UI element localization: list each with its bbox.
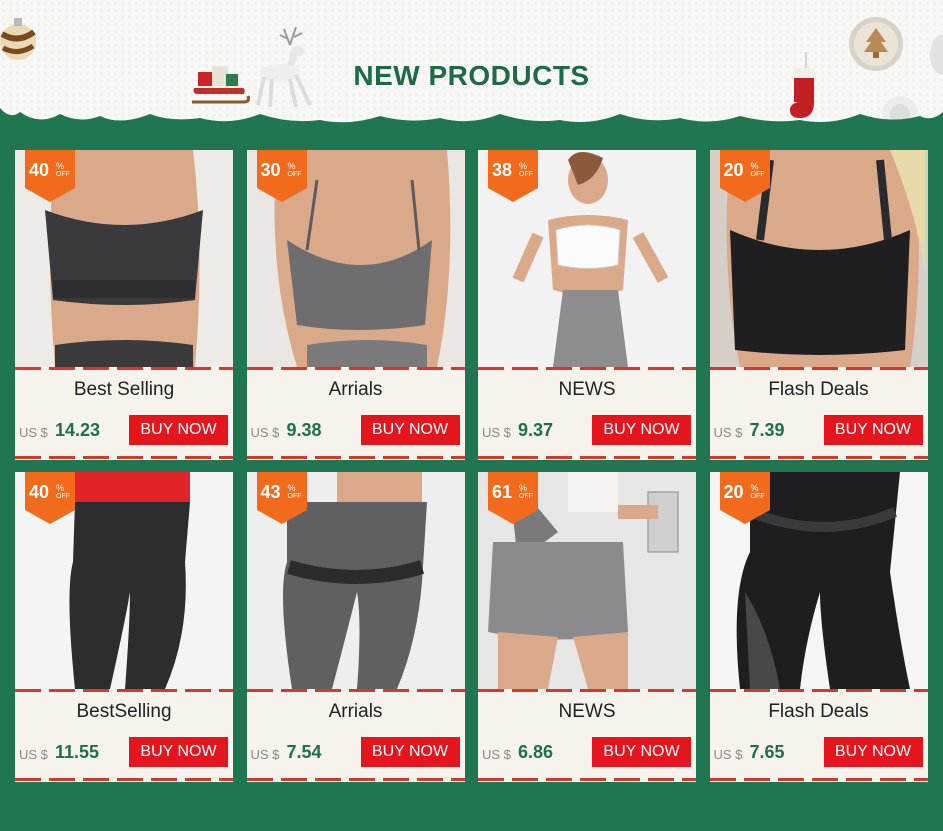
product-card[interactable]: 38 % OFF NEWS US $ 9.37 BUY NOW [478, 150, 696, 460]
product-card[interactable]: 20 % OFF Flash Deals US $ 7.39 BUY NOW [709, 150, 928, 460]
discount-badge: 38 % OFF [488, 150, 538, 202]
ornament-icon [0, 18, 36, 60]
off-label: OFF [750, 493, 765, 500]
buy-now-button[interactable]: BUY NOW [823, 737, 923, 767]
product-category[interactable]: NEWS [478, 379, 696, 401]
discount-badge: 30 % OFF [256, 150, 307, 202]
percent-symbol: % [56, 161, 65, 171]
discount-value: 40 [29, 160, 50, 180]
product-card[interactable]: 43 % OFF Arrials US $ 7.54 BUY NOW [246, 472, 465, 782]
buy-now-button[interactable]: BUY NOW [592, 415, 691, 445]
currency-label: US $ [19, 425, 48, 440]
buy-now-button[interactable]: BUY NOW [360, 737, 460, 767]
off-label: OFF [519, 493, 533, 500]
product-info: Best Selling US $ 14.23 BUY NOW [15, 367, 233, 459]
currency-label: US $ [713, 425, 743, 440]
product-info: Arrials US $ 7.54 BUY NOW [246, 689, 465, 781]
buy-now-button[interactable]: BUY NOW [129, 737, 228, 767]
header-banner: NEW PRODUCTS [0, 0, 943, 142]
product-category[interactable]: BestSelling [15, 701, 233, 723]
product-price: 7.65 [749, 742, 785, 762]
product-price: 7.39 [749, 420, 785, 440]
currency-label: US $ [19, 747, 48, 762]
product-category[interactable]: Flash Deals [710, 379, 928, 401]
discount-value: 20 [723, 160, 744, 180]
product-category[interactable]: Arrials [247, 379, 465, 401]
currency-label: US $ [482, 747, 511, 762]
product-image-white-bra-grey-leggings[interactable]: 38 % OFF [478, 150, 696, 367]
discount-value: 38 [492, 160, 513, 180]
product-image-grey-strappy-bra[interactable]: 30 % OFF [246, 150, 465, 367]
product-image-textured-shorts[interactable]: 61 % OFF [478, 472, 696, 689]
off-label: OFF [750, 171, 765, 178]
off-label: OFF [287, 493, 302, 500]
product-price: 7.54 [286, 742, 322, 762]
product-category[interactable]: Arrials [247, 701, 465, 723]
product-image-black-leggings[interactable]: 40 % OFF [15, 472, 233, 689]
buy-now-button[interactable]: BUY NOW [592, 737, 691, 767]
product-category[interactable]: Flash Deals [710, 701, 928, 723]
product-image-grey-sports-bra[interactable]: 40 % OFF [15, 150, 233, 367]
percent-symbol: % [519, 483, 528, 493]
off-label: OFF [287, 171, 302, 178]
currency-label: US $ [250, 747, 280, 762]
product-card[interactable]: 40 % OFF BestSelling US $ 11.55 BUY NOW [15, 472, 233, 782]
discount-value: 30 [260, 160, 281, 180]
product-image-black-mesh-bra[interactable]: 20 % OFF [709, 150, 928, 367]
discount-badge: 20 % OFF [719, 150, 770, 202]
product-info: NEWS US $ 6.86 BUY NOW [478, 689, 696, 781]
product-info: BestSelling US $ 11.55 BUY NOW [15, 689, 233, 781]
discount-badge: 20 % OFF [719, 472, 770, 524]
product-image-black-mesh-leggings[interactable]: 20 % OFF [709, 472, 928, 689]
snow-edge [0, 108, 943, 142]
product-price: 14.23 [55, 420, 101, 440]
product-info: Arrials US $ 9.38 BUY NOW [246, 367, 465, 459]
discount-value: 40 [29, 482, 50, 502]
percent-symbol: % [56, 483, 65, 493]
discount-badge: 40 % OFF [25, 472, 75, 524]
currency-label: US $ [713, 747, 743, 762]
product-card[interactable]: 20 % OFF Flash Deals US $ 7.65 BUY NOW [709, 472, 928, 782]
page-title: NEW PRODUCTS [353, 60, 590, 91]
buy-now-button[interactable]: BUY NOW [823, 415, 923, 445]
discount-badge: 40 % OFF [25, 150, 75, 202]
percent-symbol: % [287, 483, 296, 493]
currency-label: US $ [482, 425, 511, 440]
product-price: 9.37 [518, 420, 554, 440]
buy-now-button[interactable]: BUY NOW [129, 415, 228, 445]
buy-now-button[interactable]: BUY NOW [360, 415, 460, 445]
product-info: Flash Deals US $ 7.65 BUY NOW [709, 689, 928, 781]
percent-symbol: % [519, 161, 528, 171]
currency-label: US $ [250, 425, 280, 440]
off-label: OFF [56, 171, 70, 178]
off-label: OFF [56, 493, 70, 500]
percent-symbol: % [750, 161, 759, 171]
discount-badge: 61 % OFF [488, 472, 538, 524]
product-card[interactable]: 40 % OFF Best Selling US $ 14.23 BUY NOW [15, 150, 233, 460]
percent-symbol: % [750, 483, 759, 493]
discount-badge: 43 % OFF [256, 472, 307, 524]
product-category[interactable]: NEWS [478, 701, 696, 723]
percent-symbol: % [287, 161, 296, 171]
product-info: NEWS US $ 9.37 BUY NOW [478, 367, 696, 459]
product-info: Flash Deals US $ 7.39 BUY NOW [709, 367, 928, 459]
product-category[interactable]: Best Selling [15, 379, 233, 401]
product-card[interactable]: 61 % OFF NEWS US $ 6.86 BUY NOW [478, 472, 696, 782]
discount-value: 43 [260, 482, 281, 502]
product-image-grey-leggings[interactable]: 43 % OFF [246, 472, 465, 689]
product-price: 6.86 [518, 742, 554, 762]
product-price: 11.55 [55, 742, 100, 762]
product-price: 9.38 [286, 420, 322, 440]
discount-value: 61 [492, 482, 513, 502]
off-label: OFF [519, 171, 533, 178]
product-card[interactable]: 30 % OFF Arrials US $ 9.38 BUY NOW [246, 150, 465, 460]
discount-value: 20 [723, 482, 744, 502]
